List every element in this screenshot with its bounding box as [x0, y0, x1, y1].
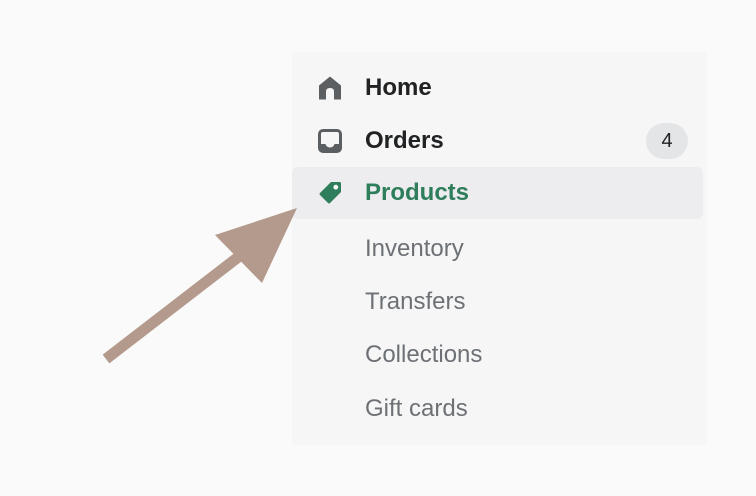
pointer-arrow-icon	[102, 208, 297, 364]
screenshot-stage: Home Orders 4 Products Inventory Transfe…	[0, 0, 756, 496]
